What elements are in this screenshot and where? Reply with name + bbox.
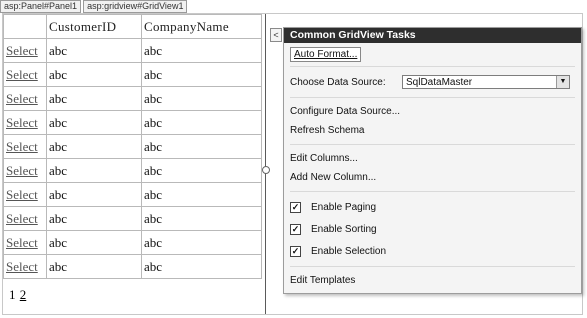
gridview-tasks-panel: Common GridView Tasks Auto Format... Cho… (283, 27, 582, 294)
separator (290, 266, 575, 267)
resize-handle[interactable] (262, 166, 270, 174)
table-row: Select abc abc (3, 86, 262, 111)
table-row: Select abc abc (3, 206, 262, 231)
cell-companyname: abc (141, 230, 262, 255)
cell-customerid: abc (46, 110, 142, 135)
cell-companyname: abc (141, 206, 262, 231)
enable-sorting-row[interactable]: ✓ Enable Sorting (290, 218, 575, 240)
cell-customerid: abc (46, 86, 142, 111)
select-link[interactable]: Select (3, 110, 47, 135)
cell-customerid: abc (46, 62, 142, 87)
cell-companyname: abc (141, 62, 262, 87)
cell-customerid: abc (46, 158, 142, 183)
auto-format-link[interactable]: Auto Format... (290, 47, 362, 62)
cell-customerid: abc (46, 254, 142, 279)
grid-header-select (3, 14, 47, 39)
cell-customerid: abc (46, 230, 142, 255)
edit-columns-link[interactable]: Edit Columns... (290, 149, 575, 168)
designer-tab-row: asp:Panel#Panel1 asp:gridview#GridView1 (0, 0, 189, 13)
enable-selection-checkbox[interactable]: ✓ (290, 245, 301, 257)
table-row: Select abc abc (3, 38, 262, 63)
table-row: Select abc abc (3, 254, 262, 279)
cell-customerid: abc (46, 134, 142, 159)
grid-border (265, 14, 266, 314)
cell-companyname: abc (141, 86, 262, 111)
grid-table: CustomerID CompanyName Select abc abc Selec… (3, 14, 262, 279)
cell-customerid: abc (46, 182, 142, 207)
grid-header-customerid[interactable]: CustomerID (46, 14, 142, 39)
pager-page-2[interactable]: 2 (20, 287, 27, 302)
cell-companyname: abc (141, 182, 262, 207)
chevron-down-icon[interactable]: ▼ (556, 76, 569, 88)
table-row: Select abc abc (3, 230, 262, 255)
select-link[interactable]: Select (3, 230, 47, 255)
select-link[interactable]: Select (3, 182, 47, 207)
cell-customerid: abc (46, 206, 142, 231)
pager-page-1[interactable]: 1 (9, 287, 16, 302)
choose-data-source-row: Choose Data Source: SqlDataMaster ▼ (290, 71, 575, 93)
enable-selection-label: Enable Selection (311, 245, 387, 257)
grid-header-companyname[interactable]: CompanyName (141, 14, 262, 39)
select-link[interactable]: Select (3, 62, 47, 87)
cell-companyname: abc (141, 254, 262, 279)
configure-data-source-link[interactable]: Configure Data Source... (290, 102, 575, 121)
grid-pager: 1 2 (9, 287, 27, 303)
tasks-title: Common GridView Tasks (284, 28, 581, 43)
select-link[interactable]: Select (3, 206, 47, 231)
cell-customerid: abc (46, 38, 142, 63)
data-source-value: SqlDataMaster (406, 77, 473, 88)
enable-paging-row[interactable]: ✓ Enable Paging (290, 196, 575, 218)
separator (290, 191, 575, 192)
enable-paging-checkbox[interactable]: ✓ (290, 201, 301, 213)
cell-companyname: abc (141, 38, 262, 63)
table-row: Select abc abc (3, 110, 262, 135)
cell-companyname: abc (141, 158, 262, 183)
grid-header-row: CustomerID CompanyName (3, 14, 262, 39)
choose-data-source-label: Choose Data Source: (290, 76, 386, 88)
select-link[interactable]: Select (3, 254, 47, 279)
cell-companyname: abc (141, 134, 262, 159)
separator (290, 144, 575, 145)
edit-templates-link[interactable]: Edit Templates (290, 271, 575, 290)
data-source-select[interactable]: SqlDataMaster ▼ (402, 75, 570, 89)
tab-gridview1[interactable]: asp:gridview#GridView1 (83, 0, 188, 13)
select-link[interactable]: Select (3, 158, 47, 183)
enable-sorting-checkbox[interactable]: ✓ (290, 223, 301, 235)
separator (290, 66, 575, 67)
enable-paging-label: Enable Paging (311, 201, 377, 213)
smart-tag-arrow-icon[interactable]: < (270, 28, 282, 42)
tab-panel1[interactable]: asp:Panel#Panel1 (0, 0, 82, 13)
table-row: Select abc abc (3, 62, 262, 87)
enable-selection-row[interactable]: ✓ Enable Selection (290, 240, 575, 262)
separator (290, 97, 575, 98)
select-link[interactable]: Select (3, 38, 47, 63)
gridview[interactable]: CustomerID CompanyName Select abc abc Selec… (3, 14, 265, 316)
enable-sorting-label: Enable Sorting (311, 223, 377, 235)
table-row: Select abc abc (3, 158, 262, 183)
table-row: Select abc abc (3, 134, 262, 159)
cell-companyname: abc (141, 110, 262, 135)
select-link[interactable]: Select (3, 134, 47, 159)
table-row: Select abc abc (3, 182, 262, 207)
select-link[interactable]: Select (3, 86, 47, 111)
add-new-column-link[interactable]: Add New Column... (290, 168, 575, 187)
refresh-schema-link[interactable]: Refresh Schema (290, 121, 575, 140)
